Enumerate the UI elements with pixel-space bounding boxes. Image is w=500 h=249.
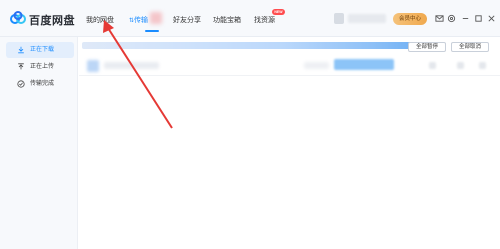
nav-my-netdisk[interactable]: 我的网盘 [86,15,114,25]
check-circle-icon [17,80,25,88]
avatar[interactable] [334,13,344,24]
app-brand: 百度网盘 [29,15,75,27]
table-row[interactable] [79,56,500,76]
file-size [304,62,329,69]
sidebar-item-label: 正在下载 [30,47,55,53]
cancel-all-button[interactable]: 全部取消 [451,42,489,52]
sidebar-item-label: 传输完成 [30,81,55,87]
new-badge: NEW [272,9,285,15]
close-icon[interactable] [487,14,496,23]
file-progress-bar [334,59,394,70]
pause-all-button[interactable]: 全部暂停 [408,42,446,52]
sidebar-item-uploading[interactable]: 正在上传 [6,59,74,75]
maximize-icon[interactable] [474,14,483,23]
sidebar-item-label: 正在上传 [30,64,55,70]
upload-icon [17,63,25,71]
gear-icon[interactable] [447,14,456,23]
download-icon [17,46,25,54]
nav-find-resources[interactable]: 找资源 [254,15,275,25]
title-bar: 百度网盘 我的网盘 ⇅传输 好友分享 功能宝箱 找资源 NEW 会员中心 [0,0,500,37]
folder-icon[interactable] [479,62,486,69]
overall-progress-bar [82,42,420,49]
username[interactable] [348,14,386,23]
sidebar-item-downloading[interactable]: 正在下载 [6,42,74,58]
mail-icon[interactable] [435,14,444,23]
cloud-logo-icon [10,11,26,25]
nav-transfer[interactable]: ⇅传输 [129,15,148,25]
nav-toolbox[interactable]: 功能宝箱 [213,15,241,25]
file-name [104,62,159,69]
nav-friend-share[interactable]: 好友分享 [173,15,201,25]
transfer-list-panel: 全部暂停 全部取消 [79,37,500,249]
vip-center-button[interactable]: 会员中心 [393,13,427,25]
download-summary-row: 全部暂停 全部取消 [79,37,500,56]
minimize-icon[interactable] [461,14,470,23]
active-tab-indicator [145,30,159,32]
file-icon [87,60,99,72]
sidebar-item-completed[interactable]: 传输完成 [6,76,74,92]
transfer-count-badge [150,12,162,24]
pause-icon[interactable] [429,62,436,69]
delete-icon[interactable] [457,62,464,69]
nav-transfer-label: 传输 [134,17,149,24]
sidebar: 正在下载 正在上传 传输完成 [0,37,78,249]
